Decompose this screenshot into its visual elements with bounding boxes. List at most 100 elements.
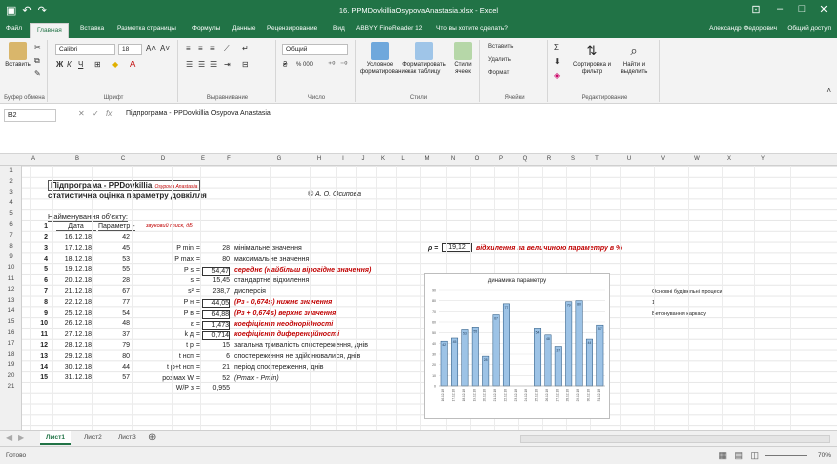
horizontal-scrollbar[interactable]: [520, 435, 830, 443]
stat-description[interactable]: загальна тривалість спостереження, днів: [234, 342, 368, 349]
date-cell[interactable]: 20.12.18: [54, 277, 92, 284]
fill-color-icon[interactable]: ◆: [112, 60, 118, 69]
tab-data[interactable]: Данные: [232, 25, 255, 32]
row-header[interactable]: 11: [0, 276, 22, 282]
align-center-icon[interactable]: ☰: [198, 60, 205, 69]
column-header[interactable]: B: [70, 156, 84, 162]
row-header[interactable]: 15: [0, 319, 22, 325]
value-cell[interactable]: 48: [96, 320, 130, 327]
row-header[interactable]: 4: [0, 200, 22, 206]
tab-abbyy[interactable]: ABBYY FineReader 12: [356, 25, 422, 32]
enter-icon[interactable]: ✓: [92, 109, 99, 118]
page-break-view-icon[interactable]: ◫: [750, 450, 759, 461]
value-cell[interactable]: 45: [96, 245, 130, 252]
column-header[interactable]: J: [356, 156, 370, 162]
stat-value[interactable]: 1,473: [202, 320, 230, 330]
date-cell[interactable]: 17.12.18: [54, 245, 92, 252]
row-header[interactable]: 12: [0, 287, 22, 293]
stat-symbol[interactable]: P н =: [162, 299, 200, 306]
row-header[interactable]: 13: [0, 298, 22, 304]
percent-format-button[interactable]: % 000: [296, 62, 313, 68]
column-header[interactable]: L: [396, 156, 410, 162]
stat-value[interactable]: 64,88: [202, 309, 230, 319]
row-index[interactable]: 7: [28, 288, 48, 295]
stat-value[interactable]: 0,714: [202, 331, 230, 341]
row-header[interactable]: 20: [0, 373, 22, 379]
stat-symbol[interactable]: P max =: [162, 256, 200, 263]
clear-icon[interactable]: ◈: [554, 71, 560, 80]
formula-input[interactable]: Підпрограма - PPDovkillia Osypova Anasta…: [126, 110, 271, 117]
row-header[interactable]: 16: [0, 330, 22, 336]
row-header[interactable]: 17: [0, 341, 22, 347]
date-cell[interactable]: 21.12.18: [54, 288, 92, 295]
autosum-icon[interactable]: Σ: [554, 43, 559, 52]
column-header[interactable]: S: [566, 156, 580, 162]
bold-button[interactable]: Ж: [56, 60, 63, 69]
font-size-select[interactable]: 18: [118, 44, 142, 55]
column-header[interactable]: M: [420, 156, 434, 162]
conditional-format-button[interactable]: Условное форматирование: [360, 42, 408, 76]
value-cell[interactable]: 55: [96, 266, 130, 273]
column-header[interactable]: H: [312, 156, 326, 162]
tell-me-search[interactable]: Что вы хотите сделать?: [436, 25, 508, 32]
value-cell[interactable]: 53: [96, 256, 130, 263]
date-cell[interactable]: 16.12.18: [54, 234, 92, 241]
orientation-icon[interactable]: ⟋: [224, 44, 230, 54]
row-header[interactable]: 7: [0, 233, 22, 239]
zoom-slider[interactable]: [765, 455, 807, 456]
cut-icon[interactable]: ✂: [34, 43, 41, 52]
scroll-sheets-right-icon[interactable]: ▶: [18, 433, 24, 442]
date-cell[interactable]: 28.12.18: [54, 342, 92, 349]
row-index[interactable]: 9: [28, 310, 48, 317]
maximize-icon[interactable]: □: [791, 3, 813, 15]
format-painter-icon[interactable]: ✎: [34, 69, 41, 78]
stat-value[interactable]: 21: [202, 364, 230, 371]
column-header[interactable]: X: [722, 156, 736, 162]
cancel-icon[interactable]: ✕: [78, 109, 85, 118]
row-header[interactable]: 18: [0, 352, 22, 358]
stat-symbol[interactable]: P min =: [162, 245, 200, 252]
column-header[interactable]: O: [470, 156, 484, 162]
chart-bar[interactable]: [502, 303, 510, 387]
stat-value[interactable]: 52: [202, 375, 230, 382]
value-cell[interactable]: 28: [96, 277, 130, 284]
row-index[interactable]: 11: [28, 331, 48, 338]
stat-symbol[interactable]: W/P з =: [162, 385, 200, 392]
stat-description[interactable]: максимальне значення: [234, 256, 309, 263]
paste-button[interactable]: Вставить: [5, 42, 31, 69]
row-index[interactable]: 3: [28, 245, 48, 252]
row-index[interactable]: 12: [28, 342, 48, 349]
format-cells-button[interactable]: Формат: [488, 70, 509, 76]
column-header[interactable]: G: [272, 156, 286, 162]
row-header[interactable]: 9: [0, 254, 22, 260]
stat-description[interactable]: мінімальне значення: [234, 245, 302, 252]
align-top-icon[interactable]: ≡: [186, 44, 191, 53]
row-index[interactable]: 14: [28, 364, 48, 371]
decimal-increase-icon[interactable]: ⁺⁰: [328, 60, 335, 69]
date-cell[interactable]: 31.12.18: [54, 374, 92, 381]
chart-bar[interactable]: [596, 324, 604, 387]
column-header[interactable]: W: [690, 156, 704, 162]
column-header[interactable]: I: [336, 156, 350, 162]
wrap-text-icon[interactable]: ↵: [242, 44, 249, 53]
ribbon-display-icon[interactable]: ⊡: [745, 3, 767, 16]
normal-view-icon[interactable]: ▦: [718, 450, 727, 461]
chart-bar[interactable]: [585, 338, 593, 387]
row-index[interactable]: 15: [28, 374, 48, 381]
column-header[interactable]: E: [196, 156, 210, 162]
stat-description[interactable]: стандартне відхилення: [234, 277, 309, 284]
date-cell[interactable]: 27.12.18: [54, 331, 92, 338]
value-cell[interactable]: 67: [96, 288, 130, 295]
stat-description[interactable]: (Pmax - Pmin): [234, 375, 279, 382]
align-middle-icon[interactable]: ≡: [198, 44, 203, 53]
stat-description[interactable]: коефіцієнт неоднорідності: [234, 321, 333, 328]
row-header[interactable]: 5: [0, 211, 22, 217]
value-cell[interactable]: 44: [96, 364, 130, 371]
stat-symbol[interactable]: P в =: [162, 310, 200, 317]
font-name-select[interactable]: Calibri: [55, 44, 115, 55]
stat-value[interactable]: 238,7: [202, 288, 230, 295]
stat-symbol[interactable]: P s =: [162, 267, 200, 274]
column-header[interactable]: P: [494, 156, 508, 162]
header-param-unit[interactable]: звуковий тиск, дБ: [146, 223, 193, 229]
stat-symbol[interactable]: t нсп =: [162, 353, 200, 360]
